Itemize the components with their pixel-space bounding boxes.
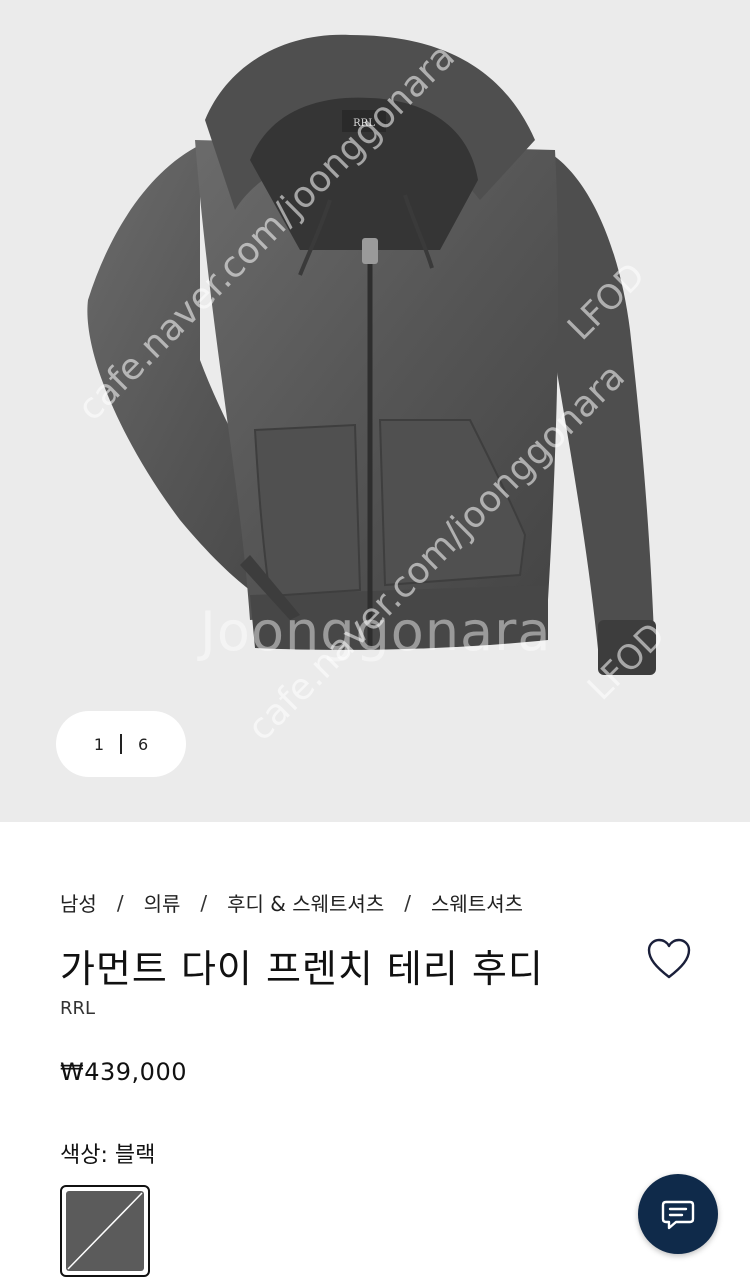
chat-button[interactable] (638, 1174, 718, 1254)
breadcrumb: 남성 / 의류 / 후디 & 스웨트셔츠 / 스웨트셔츠 (60, 888, 523, 917)
swatch-fill (66, 1191, 144, 1271)
product-image-gallery[interactable]: RRL cafe.naver.com/joonggonara cafe.nave… (0, 0, 750, 822)
breadcrumb-item-sweatshirts[interactable]: 스웨트셔츠 (431, 888, 523, 917)
breadcrumb-separator: / (200, 890, 208, 915)
product-title: 가먼트 다이 프렌치 테리 후디 (60, 947, 544, 991)
product-image: RRL (87, 34, 656, 675)
product-brand: RRL (60, 998, 96, 1019)
breadcrumb-separator: / (116, 890, 124, 915)
chat-bubble-icon (661, 1200, 695, 1230)
color-swatch-black[interactable] (60, 1185, 150, 1277)
selected-slash-icon (67, 1192, 143, 1270)
total-image-count: 6 (138, 734, 149, 754)
breadcrumb-separator: / (404, 890, 411, 915)
wishlist-button[interactable] (646, 937, 692, 981)
breadcrumb-item-clothing[interactable]: 의류 (144, 888, 181, 917)
current-image-number: 1 (93, 734, 104, 754)
product-price: ₩439,000 (60, 1058, 187, 1086)
svg-text:RRL: RRL (353, 118, 375, 129)
image-counter[interactable]: 1 6 (56, 711, 186, 777)
heart-outline-icon (647, 938, 691, 979)
breadcrumb-item-hoodies-sweatshirts[interactable]: 후디 & 스웨트셔츠 (227, 888, 384, 917)
counter-divider (120, 734, 122, 754)
color-label: 색상: 블랙 (60, 1143, 156, 1168)
breadcrumb-item-men[interactable]: 남성 (60, 888, 97, 917)
